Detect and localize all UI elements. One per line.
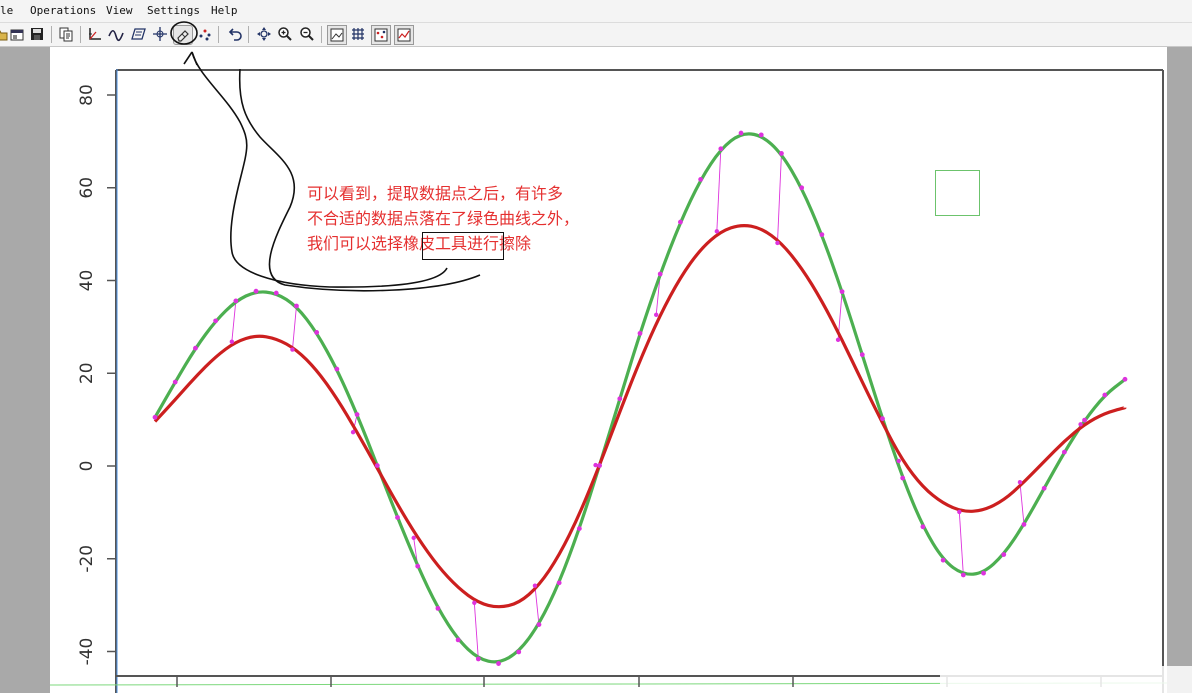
overlay — [170, 21, 448, 288]
watermark-overlay — [940, 666, 1192, 693]
green-square-marker — [935, 170, 980, 216]
eraser-circle-mark — [170, 21, 198, 45]
annotation-arrow-head — [183, 51, 198, 66]
annotation-line-1: 可以看到，提取数据点之后，有许多 — [307, 184, 564, 203]
highlight-box — [422, 232, 504, 260]
annotation-line-2: 不合适的数据点落在了绿色曲线之外， — [307, 209, 580, 228]
